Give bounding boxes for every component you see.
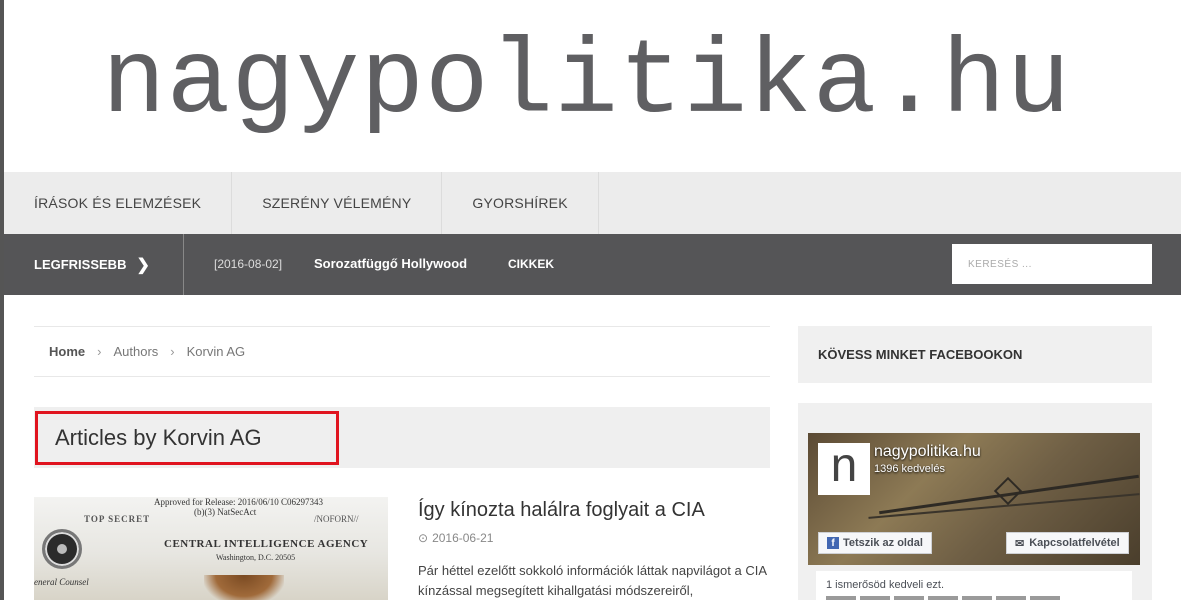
ticker-category-link[interactable]: CIKKEK bbox=[508, 257, 554, 271]
thumb-city: Washington, D.C. 20505 bbox=[216, 553, 296, 562]
avatar[interactable] bbox=[860, 596, 890, 600]
cia-seal-icon bbox=[42, 529, 82, 569]
fb-like-count: 1396 kedvelés bbox=[874, 463, 945, 475]
fb-page-avatar[interactable]: n bbox=[818, 443, 870, 495]
thumb-noforn: /NOFORN// bbox=[314, 514, 359, 524]
article-date-text: 2016-06-21 bbox=[432, 531, 494, 545]
fb-friend-avatars bbox=[826, 596, 1060, 600]
article-thumbnail[interactable]: Approved for Release: 2016/06/10 C062973… bbox=[34, 497, 388, 600]
breadcrumb-separator-icon: › bbox=[97, 344, 102, 359]
news-ticker: LEGFRISSEBB ❯ [2016-08-02] Sorozatfüggő … bbox=[4, 234, 1181, 295]
cover-barb bbox=[993, 476, 1023, 506]
avatar[interactable] bbox=[928, 596, 958, 600]
nav-item-gyorshirek[interactable]: GYORSHÍREK bbox=[442, 172, 599, 234]
fb-cover-image[interactable]: n nagypolitika.hu 1396 kedvelés f Tetszi… bbox=[808, 433, 1140, 565]
breadcrumb: Home › Authors › Korvin AG bbox=[34, 326, 770, 377]
ticker-label: LEGFRISSEBB ❯ bbox=[4, 234, 184, 295]
article-date: ⊙ 2016-06-21 bbox=[418, 531, 493, 545]
fb-contact-label: Kapcsolatfelvétel bbox=[1029, 537, 1120, 549]
nav-item-szereny-velemeny[interactable]: SZERÉNY VÉLEMÉNY bbox=[232, 172, 443, 234]
breadcrumb-separator-icon: › bbox=[170, 344, 175, 359]
fb-like-page-label: Tetszik az oldal bbox=[843, 537, 923, 549]
sidebar-widget-title: KÖVESS MINKET FACEBOOKON bbox=[798, 326, 1152, 383]
breadcrumb-current: Korvin AG bbox=[186, 344, 246, 359]
ticker-label-text: LEGFRISSEBB bbox=[34, 257, 127, 272]
thumb-figure bbox=[204, 575, 284, 600]
ticker-headline-link[interactable]: Sorozatfüggő Hollywood bbox=[314, 256, 467, 271]
envelope-icon: ✉ bbox=[1015, 537, 1025, 550]
search-input[interactable]: KERESÉS ... bbox=[952, 244, 1152, 284]
page-title: Articles by Korvin AG bbox=[35, 411, 339, 465]
avatar[interactable] bbox=[894, 596, 924, 600]
article-excerpt: Pár héttel ezelőtt sokkoló információk l… bbox=[418, 563, 767, 598]
nav-item-irasok[interactable]: ÍRÁSOK ÉS ELEMZÉSEK bbox=[4, 172, 233, 234]
fb-like-page-button[interactable]: f Tetszik az oldal bbox=[818, 532, 932, 554]
thumb-agency: CENTRAL INTELLIGENCE AGENCY bbox=[164, 538, 369, 550]
fb-contact-button[interactable]: ✉ Kapcsolatfelvétel bbox=[1006, 532, 1129, 554]
main-nav: ÍRÁSOK ÉS ELEMZÉSEK SZERÉNY VÉLEMÉNY GYO… bbox=[4, 172, 1181, 234]
fb-friends-text: 1 ismerősöd kedveli ezt. bbox=[826, 579, 944, 591]
ticker-date: [2016-08-02] bbox=[214, 257, 283, 271]
chevron-right-icon: ❯ bbox=[136, 256, 150, 274]
thumb-classification: TOP SECRET bbox=[84, 514, 151, 524]
article-title-link[interactable]: Így kínozta halálra foglyait a CIA bbox=[418, 499, 705, 522]
clock-icon: ⊙ bbox=[418, 531, 429, 545]
facebook-icon: f bbox=[827, 537, 839, 549]
avatar[interactable] bbox=[826, 596, 856, 600]
thumb-counsel: eneral Counsel bbox=[34, 577, 89, 587]
avatar[interactable] bbox=[962, 596, 992, 600]
fb-friends-box: 1 ismerősöd kedveli ezt. bbox=[816, 571, 1132, 600]
site-logo[interactable]: nagypolitika.hu bbox=[102, 28, 1071, 138]
facebook-widget: n nagypolitika.hu 1396 kedvelés f Tetszi… bbox=[798, 403, 1152, 600]
fb-page-name-link[interactable]: nagypolitika.hu bbox=[874, 443, 981, 461]
thumb-release-line: Approved for Release: 2016/06/10 C062973… bbox=[154, 497, 323, 507]
site-header: nagypolitika.hu bbox=[4, 0, 1181, 172]
breadcrumb-authors-link[interactable]: Authors bbox=[113, 344, 158, 359]
breadcrumb-home-link[interactable]: Home bbox=[49, 344, 85, 359]
thumb-natsec-line: (b)(3) NatSecAct bbox=[194, 507, 257, 517]
avatar[interactable] bbox=[996, 596, 1026, 600]
archive-header: Articles by Korvin AG bbox=[34, 407, 770, 468]
avatar[interactable] bbox=[1030, 596, 1060, 600]
